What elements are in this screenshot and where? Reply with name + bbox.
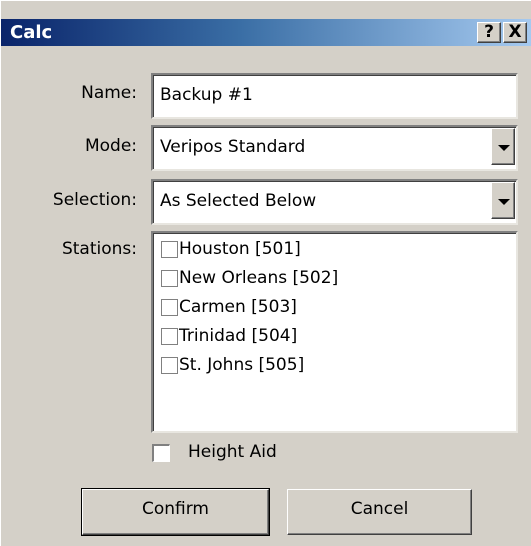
station-label: Trinidad [504] (179, 326, 298, 346)
cancel-button[interactable]: Cancel (287, 489, 472, 535)
name-input-value: Backup #1 (160, 85, 253, 105)
station-item-trinidad[interactable]: Trinidad [504] (161, 323, 461, 351)
checkbox-unchecked-icon[interactable] (161, 357, 178, 374)
chevron-down-icon (498, 199, 510, 205)
close-button[interactable]: X (503, 22, 527, 43)
station-label: Carmen [503] (179, 297, 297, 317)
name-input[interactable]: Backup #1 (151, 73, 518, 119)
mode-label: Mode: (84, 136, 137, 156)
station-item-st-johns[interactable]: St. Johns [505] (161, 352, 461, 380)
stations-list[interactable]: Houston [501] New Orleans [502] Carmen [… (151, 231, 518, 433)
title-bar[interactable]: Calc ? X (1, 19, 531, 46)
selection-dropdown-button[interactable] (491, 182, 515, 219)
station-label: Houston [501] (179, 239, 301, 259)
station-item-houston[interactable]: Houston [501] (161, 236, 461, 264)
selection-select-value: As Selected Below (160, 191, 317, 211)
chevron-down-icon (498, 145, 510, 151)
window-title: Calc (10, 22, 53, 43)
help-button[interactable]: ? (477, 22, 501, 43)
height-aid-checkbox[interactable] (152, 444, 170, 462)
mode-select[interactable]: Veripos Standard (151, 125, 518, 171)
calc-dialog: Calc ? X Name: Backup #1 Mode: Veripos S… (0, 0, 531, 546)
mode-select-value: Veripos Standard (160, 137, 306, 157)
mode-dropdown-button[interactable] (491, 128, 515, 165)
selection-select[interactable]: As Selected Below (151, 179, 518, 225)
station-item-carmen[interactable]: Carmen [503] (161, 294, 461, 322)
stations-label: Stations: (61, 239, 137, 259)
checkbox-unchecked-icon[interactable] (161, 299, 178, 316)
selection-label: Selection: (52, 190, 137, 210)
checkbox-unchecked-icon[interactable] (161, 241, 178, 258)
station-item-new-orleans[interactable]: New Orleans [502] (161, 265, 461, 293)
checkbox-unchecked-icon[interactable] (161, 270, 178, 287)
name-label: Name: (81, 83, 137, 103)
height-aid-label[interactable]: Height Aid (188, 442, 277, 462)
station-label: New Orleans [502] (179, 268, 339, 288)
station-label: St. Johns [505] (179, 355, 305, 375)
checkbox-unchecked-icon[interactable] (161, 328, 178, 345)
confirm-button[interactable]: Confirm (81, 488, 270, 536)
